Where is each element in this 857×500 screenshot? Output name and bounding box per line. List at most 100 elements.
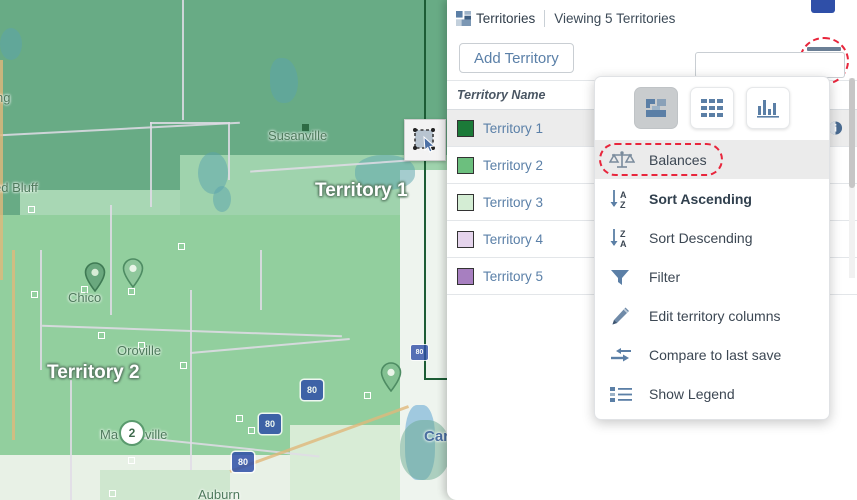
lake-3 [213, 186, 231, 212]
highway-shield-80-a: 80 [301, 380, 323, 400]
city-marker [31, 291, 38, 298]
menu-item-label: Filter [649, 268, 681, 285]
territory-2-region[interactable] [0, 215, 450, 455]
city-marker [364, 392, 371, 399]
map-city-label: Susanville [268, 128, 328, 143]
map-pin-north[interactable] [122, 258, 144, 288]
svg-text:A: A [620, 190, 627, 200]
city-marker [109, 490, 116, 497]
header-divider [544, 9, 546, 27]
balance-scale-icon [609, 150, 637, 170]
territory-name: Territory 4 [483, 231, 544, 247]
column-header-territory-name: Territory Name [457, 88, 546, 102]
scrollbar-thumb[interactable] [849, 78, 855, 188]
table-scrollbar[interactable] [849, 78, 855, 278]
highway-shield-80-d: 80 [411, 345, 428, 360]
map-city-label: Oroville [117, 343, 162, 358]
territories-options-menu: Balances A Z Sort Ascending Z A Sort Des… [594, 76, 830, 420]
territory-color-swatch [457, 119, 474, 137]
shield-label: 80 [237, 457, 248, 467]
hamburger-bar [807, 47, 841, 51]
grid-view-icon[interactable] [690, 87, 734, 129]
compare-icon [609, 346, 637, 364]
menu-item-label: Edit territory columns [649, 307, 781, 324]
territory-name: Territory 3 [483, 194, 544, 210]
lake-1 [270, 58, 298, 103]
svg-text:Z: Z [620, 200, 626, 210]
svg-text:A: A [620, 239, 627, 249]
menu-item-edit-territory-columns[interactable]: Edit territory columns [595, 296, 829, 335]
menu-item-show-legend[interactable]: Show Legend [595, 374, 829, 413]
sort-descending-icon: Z A [609, 227, 637, 249]
city-marker [128, 288, 135, 295]
shield-label: 80 [264, 419, 275, 429]
map-cluster-marker[interactable]: 2 [119, 420, 145, 446]
territory-name: Territory 5 [483, 268, 544, 284]
city-marker [28, 206, 35, 213]
chart-view-icon[interactable] [746, 87, 790, 129]
panel-subtitle: Viewing 5 Territories [554, 10, 676, 26]
search-input[interactable] [695, 52, 845, 78]
road-1 [182, 0, 184, 120]
map-city-label: Auburn [198, 487, 240, 500]
marquee-select-cursor [404, 119, 446, 161]
highway-side-2 [12, 250, 15, 440]
map-pin-chico[interactable] [84, 262, 106, 292]
info-icon[interactable] [828, 121, 843, 136]
panel-title: Territories [476, 10, 536, 26]
menu-item-label: Compare to last save [649, 346, 782, 363]
territory-name: Territory 2 [483, 157, 544, 173]
add-territory-button[interactable]: Add Territory [459, 43, 574, 73]
shield-label: 80 [306, 385, 317, 395]
sort-ascending-icon: A Z [609, 188, 637, 210]
map-city-label: Chico [68, 290, 102, 305]
menu-item-label: Show Legend [649, 385, 735, 402]
svg-text:Z: Z [620, 229, 626, 239]
road-5 [150, 122, 230, 124]
map-city-label: ed Bluff [0, 180, 38, 195]
city-marker [178, 243, 185, 250]
pencil-icon [609, 306, 637, 326]
city-marker [248, 427, 255, 434]
map-canvas[interactable]: 2 80 80 80 80 Territory 1 Territory 2 ng… [0, 0, 470, 500]
road-11 [260, 250, 262, 310]
screen: 2 80 80 80 80 Territory 1 Territory 2 ng… [0, 0, 857, 500]
city-marker [180, 362, 187, 369]
menu-item-sort-descending[interactable]: Z A Sort Descending [595, 218, 829, 257]
filter-icon [609, 267, 637, 287]
map-territory-2-label: Territory 2 [47, 362, 140, 383]
map-pin-reno[interactable] [380, 362, 402, 392]
city-marker [236, 415, 243, 422]
menu-item-label: Sort Descending [649, 229, 753, 246]
territory-view-icon[interactable] [634, 87, 678, 129]
territory-color-swatch [457, 267, 474, 285]
map-territory-1-label: Territory 1 [315, 180, 408, 201]
legend-list-icon [609, 385, 637, 403]
road-13 [70, 380, 72, 500]
highway-shield-80-b: 80 [259, 414, 281, 434]
menu-item-filter[interactable]: Filter [595, 257, 829, 296]
lake-5 [0, 28, 22, 60]
map-city-label: Ma [100, 427, 119, 442]
menu-item-balances[interactable]: Balances [595, 140, 829, 179]
territories-icon [456, 10, 471, 26]
map-city-label: ville [145, 427, 168, 442]
menu-item-compare-to-last-save[interactable]: Compare to last save [595, 335, 829, 374]
interstate-badge-top [811, 0, 835, 13]
city-marker [128, 457, 135, 464]
territory-color-swatch [457, 193, 474, 211]
territory-color-swatch [457, 156, 474, 174]
road-8 [40, 250, 42, 370]
menu-item-sort-ascending[interactable]: A Z Sort Ascending [595, 179, 829, 218]
shield-label: 80 [415, 349, 424, 356]
map-carson-label: Car [424, 428, 450, 445]
road-3 [150, 122, 152, 207]
menu-item-label: Balances [649, 151, 707, 168]
territory-name: Territory 1 [483, 120, 544, 136]
road-7 [110, 205, 112, 315]
view-mode-switcher [595, 77, 829, 140]
city-marker [98, 332, 105, 339]
map-city-label: ng [0, 90, 11, 105]
road-4 [228, 122, 230, 180]
panel-header: Territories Viewing 5 Territories [447, 0, 857, 36]
